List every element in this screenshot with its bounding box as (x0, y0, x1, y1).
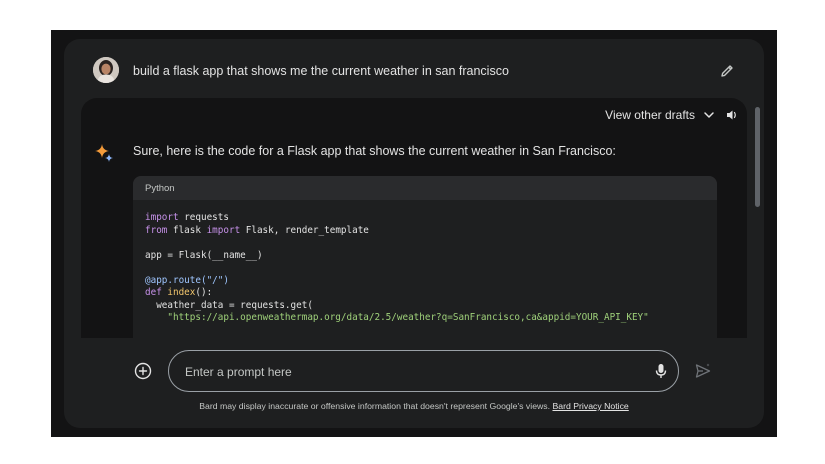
avatar-image (93, 57, 119, 83)
user-query-text: build a flask app that shows me the curr… (133, 64, 509, 78)
chevron-down-icon (704, 112, 714, 118)
code-keyword: import (145, 212, 179, 223)
code-language-label: Python (133, 176, 717, 200)
chat-panel: build a flask app that shows me the curr… (64, 39, 764, 428)
response-intro-text: Sure, here is the code for a Flask app t… (133, 144, 616, 158)
code-decorator: @app.route("/") (145, 274, 229, 286)
code-function-name: index (161, 287, 196, 298)
code-string: "https://api.openweathermap.org/data/2.5… (145, 312, 649, 323)
response-area: View other drafts Sure, here is the code… (81, 98, 747, 338)
scrollbar-thumb[interactable] (755, 107, 760, 207)
code-content: import requests from flask import Flask,… (133, 200, 717, 325)
code-line: @app.route("/") (145, 275, 717, 288)
footer-disclaimer: Bard may display inaccurate or offensive… (64, 401, 764, 411)
code-text: (): (195, 287, 213, 298)
user-avatar (93, 57, 119, 83)
drafts-toolbar: View other drafts (605, 107, 739, 123)
microphone-icon[interactable] (652, 362, 670, 380)
code-keyword: from (145, 224, 168, 236)
code-line: from flask import Flask, render_template (145, 225, 717, 238)
speaker-icon[interactable] (725, 108, 739, 122)
bard-sparkle-icon (95, 144, 113, 162)
code-line: def index(): (145, 287, 717, 300)
code-text: flask (167, 224, 207, 236)
code-keyword: def (145, 287, 162, 298)
code-text: app = Flask(__name__) (145, 249, 263, 261)
code-line: weather_data = requests.get( (145, 300, 717, 313)
send-icon[interactable] (694, 362, 712, 380)
add-circle-icon[interactable] (134, 362, 152, 380)
code-text: requests (178, 212, 229, 223)
disclaimer-text: Bard may display inaccurate or offensive… (199, 401, 551, 411)
view-other-drafts-label: View other drafts (605, 108, 695, 122)
view-other-drafts-button[interactable]: View other drafts (605, 108, 715, 122)
code-line: import requests (145, 212, 717, 225)
prompt-input-box[interactable] (168, 350, 679, 392)
code-line: "https://api.openweathermap.org/data/2.5… (145, 312, 717, 325)
privacy-notice-link[interactable]: Bard Privacy Notice (552, 401, 628, 411)
code-text: Flask, render_template (240, 224, 369, 236)
user-query-row: build a flask app that shows me the curr… (64, 39, 764, 101)
code-block: Python import requests from flask import… (133, 176, 717, 338)
pencil-icon[interactable] (719, 63, 735, 79)
scrollbar[interactable] (755, 101, 761, 341)
code-text: weather_data = requests.get( (145, 299, 313, 311)
code-keyword: import (206, 224, 241, 236)
prompt-input[interactable] (183, 361, 637, 383)
code-line: app = Flask(__name__) (145, 250, 717, 263)
